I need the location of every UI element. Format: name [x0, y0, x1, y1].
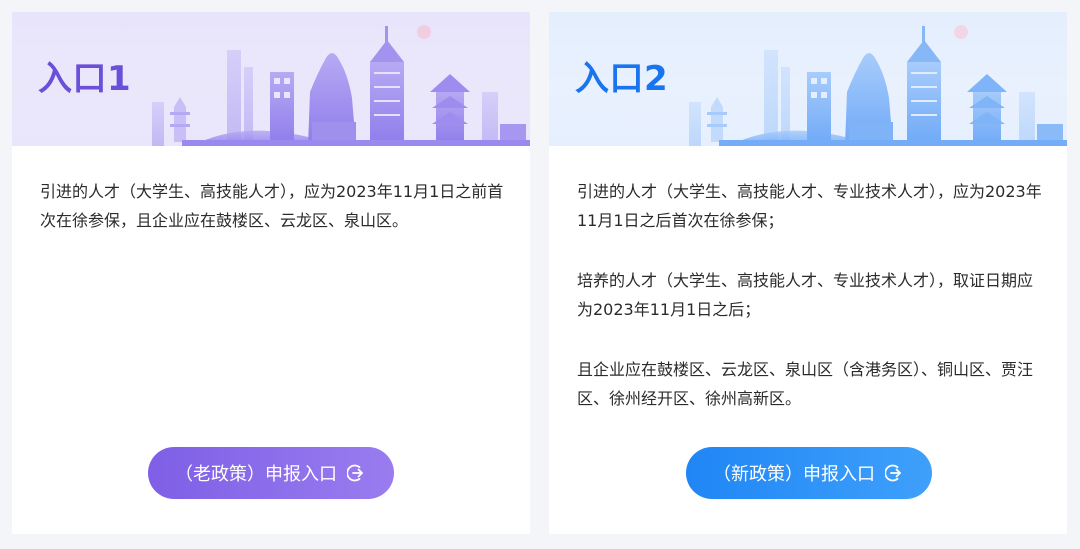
city-skyline-banner: 入口2 — [549, 12, 1067, 146]
entry-title: 入口2 — [575, 59, 669, 99]
entry-card-1: 入口1 引进的人才（大学生、高技能人才），应为2023年11月1日之前首次在徐参… — [12, 12, 530, 534]
page: 入口1 引进的人才（大学生、高技能人才），应为2023年11月1日之前首次在徐参… — [0, 0, 1080, 549]
entry-title: 入口1 — [38, 59, 132, 99]
arrow-circle-right-icon — [885, 464, 901, 482]
entry-description: 引进的人才（大学生、高技能人才），应为2023年11月1日之前首次在徐参保，且企… — [40, 177, 510, 266]
description-paragraph: 引进的人才（大学生、高技能人才、专业技术人才），应为2023年11月1日之后首次… — [577, 182, 1042, 230]
description-paragraph: 培养的人才（大学生、高技能人才、专业技术人才），取证日期应为2023年11月1日… — [577, 271, 1034, 319]
city-skyline-banner: 入口1 — [12, 12, 530, 146]
arrow-circle-right-icon — [347, 464, 363, 482]
apply-button-label: （老政策）申报入口 — [175, 464, 337, 485]
entry-card-2: 入口2 引进的人才（大学生、高技能人才、专业技术人才），应为2023年11月1日… — [549, 12, 1067, 534]
old-policy-apply-button[interactable]: （老政策）申报入口 — [148, 447, 394, 499]
apply-button-label: （新政策）申报入口 — [713, 464, 875, 485]
new-policy-apply-button[interactable]: （新政策）申报入口 — [686, 447, 932, 499]
entry-description: 引进的人才（大学生、高技能人才、专业技术人才），应为2023年11月1日之后首次… — [577, 177, 1047, 444]
description-paragraph: 引进的人才（大学生、高技能人才），应为2023年11月1日之前首次在徐参保，且企… — [40, 182, 504, 230]
description-paragraph: 且企业应在鼓楼区、云龙区、泉山区（含港务区）、铜山区、贾汪区、徐州经开区、徐州高… — [577, 360, 1034, 408]
